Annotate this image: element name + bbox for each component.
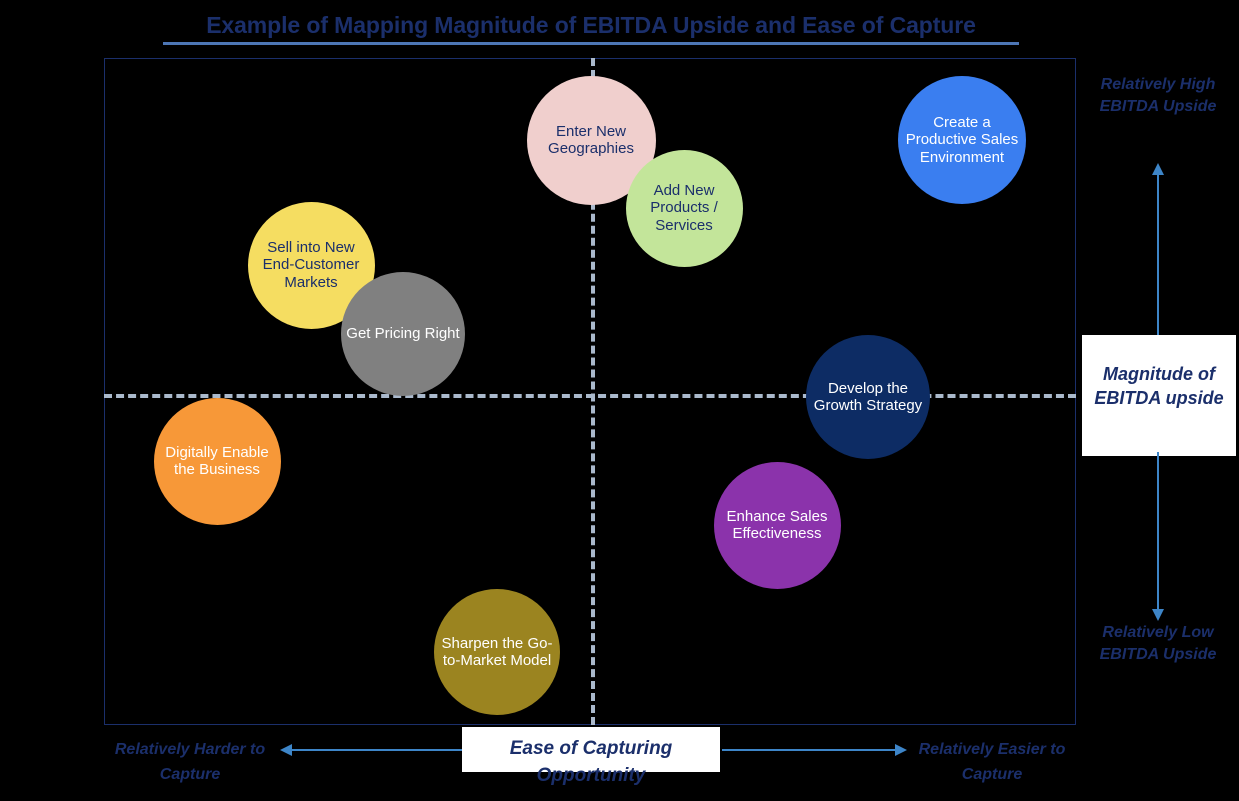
x-axis-right-note: Relatively Easier to Capture [918, 741, 1066, 783]
bubble-label: Sharpen the Go-to-Market Model [441, 634, 553, 669]
bubble-label: Create a Productive Sales Environment [905, 113, 1019, 166]
y-axis-label: Magnitude of EBITDA upside [1094, 364, 1224, 408]
bubble-initiative[interactable]: Enhance Sales Effectiveness [713, 461, 841, 589]
arrow-up-icon [1152, 163, 1164, 342]
bubble-label: Enter New Geographies [548, 122, 634, 157]
bubble-initiative[interactable]: Digitally Enable the Business [153, 397, 281, 525]
bubble-initiative[interactable]: Sharpen the Go-to-Market Model [434, 589, 560, 715]
y-axis-low-note: Relatively Low EBITDA Upside [1099, 624, 1217, 663]
bubble-label: Add New Products / Services [650, 181, 718, 234]
slide-canvas: Example of Mapping Magnitude of EBITDA U… [0, 0, 1239, 801]
bubble-label: Sell into New End-Customer Markets [262, 238, 360, 291]
bubble-initiative[interactable]: Add New Products / Services [625, 149, 743, 267]
arrow-down-icon [1152, 452, 1164, 621]
x-axis-label: Ease of Capturing Opportunity [509, 738, 673, 786]
bubble-label: Enhance Sales Effectiveness [726, 507, 828, 542]
arrow-left-icon [280, 744, 463, 756]
title-underline-divider [163, 42, 1019, 45]
bubble-initiative[interactable]: Get Pricing Right [341, 272, 465, 396]
bubble-initiative[interactable]: Create a Productive Sales Environment [898, 76, 1026, 204]
horizontal-quadrant-divider [104, 394, 1076, 398]
y-axis-label-box: Magnitude of EBITDA upside [1082, 335, 1236, 456]
bubble-label: Get Pricing Right [346, 325, 460, 343]
bubble-label: Develop the Growth Strategy [813, 379, 923, 414]
page-title: Example of Mapping Magnitude of EBITDA U… [206, 12, 976, 38]
x-axis-left-note: Relatively Harder to Capture [114, 741, 266, 783]
y-axis-high-note: Relatively High EBITDA Upside [1099, 76, 1217, 115]
arrow-right-icon [722, 744, 907, 756]
bubble-label: Digitally Enable the Business [165, 443, 269, 478]
bubble-initiative[interactable]: Develop the Growth Strategy [806, 335, 930, 459]
